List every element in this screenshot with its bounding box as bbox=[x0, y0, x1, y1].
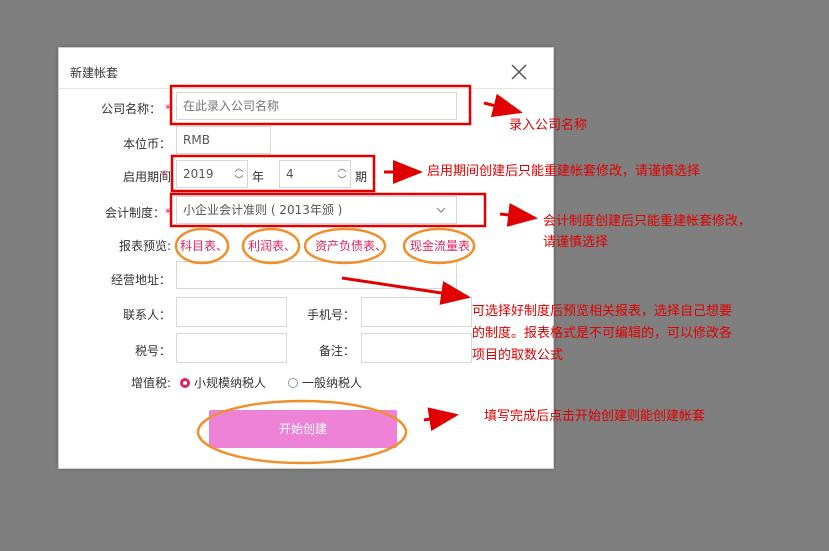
annotation-overlay bbox=[169, 84, 538, 465]
arrow-company bbox=[483, 93, 523, 118]
arrow-system bbox=[499, 203, 538, 227]
highlight-cashflow-ellipse bbox=[402, 227, 476, 265]
annotation-button: 填写完成后点击开始创建则能创建帐套 bbox=[484, 409, 706, 424]
highlight-accounts-ellipse bbox=[174, 227, 230, 265]
highlight-period-box bbox=[170, 154, 376, 193]
annotation-system-1: 会计制度创建后只能重建帐套修改， bbox=[543, 214, 752, 229]
annotation-preview-3: 项目的取数公式 bbox=[472, 348, 564, 363]
annotation-preview-2: 的制度。报表格式是不可编辑的，可以修改各 bbox=[472, 326, 733, 341]
highlight-button-ellipse bbox=[196, 399, 408, 465]
highlight-company-box bbox=[169, 84, 472, 126]
annotation-company: 录入公司名称 bbox=[509, 118, 588, 133]
highlight-system-box bbox=[169, 192, 487, 228]
highlight-income-ellipse bbox=[241, 227, 301, 265]
annotation-system-2: 请谨慎选择 bbox=[543, 235, 609, 250]
annotation-preview-1: 可选择好制度后预览相关报表，选择自己想要 bbox=[472, 304, 733, 319]
annotation-period: 启用期间创建后只能重建帐套修改，请谨慎选择 bbox=[427, 164, 701, 179]
highlight-balance-ellipse bbox=[303, 227, 387, 265]
arrow-preview bbox=[341, 276, 471, 305]
arrow-button bbox=[423, 407, 459, 432]
